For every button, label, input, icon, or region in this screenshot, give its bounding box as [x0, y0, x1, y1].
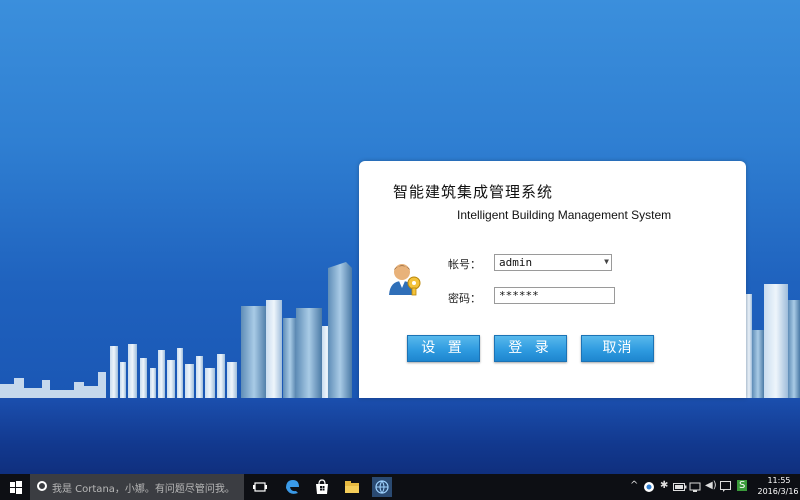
app-title: 智能建筑集成管理系统 [393, 183, 554, 201]
file-explorer-icon[interactable] [342, 477, 362, 497]
cancel-button[interactable]: 取消 [581, 335, 654, 362]
water-reflection [0, 398, 800, 474]
login-panel: 智能建筑集成管理系统 Intelligent Building Manageme… [359, 161, 746, 398]
password-field[interactable]: ****** [494, 287, 615, 304]
account-select[interactable]: admin ▼ [494, 254, 612, 271]
volume-icon[interactable]: ◀) [705, 480, 717, 491]
clock-date[interactable]: 2016/3/16 [756, 487, 800, 496]
account-label: 帐号： [448, 258, 481, 271]
password-label: 密码： [448, 292, 481, 305]
task-view-icon[interactable] [250, 477, 270, 497]
clock-time[interactable]: 11:55 [760, 476, 798, 485]
store-icon[interactable] [312, 477, 332, 497]
network-app-icon[interactable] [372, 477, 392, 497]
onedrive-icon[interactable] [643, 481, 655, 493]
cortana-icon [37, 481, 47, 491]
cortana-search-box[interactable]: 我是 Cortana，小娜。有问题尽管问我。 [30, 474, 244, 500]
network-icon[interactable] [689, 481, 701, 493]
search-placeholder: 我是 Cortana，小娜。有问题尽管问我。 [52, 484, 235, 495]
ime-icon[interactable]: S [737, 480, 748, 491]
edge-icon[interactable] [282, 477, 302, 497]
taskbar: 我是 Cortana，小娜。有问题尽管问我。 ^ ✱ ◀) S 11:55 20… [0, 474, 800, 500]
chevron-up-icon[interactable]: ^ [630, 480, 638, 491]
action-center-icon[interactable] [720, 481, 731, 492]
app-subtitle: Intelligent Building Management System [457, 208, 672, 222]
bluetooth-icon[interactable]: ✱ [660, 480, 668, 491]
login-button[interactable]: 登 录 [494, 335, 567, 362]
settings-button[interactable]: 设 置 [407, 335, 480, 362]
desktop-background: 智能建筑集成管理系统 Intelligent Building Manageme… [0, 0, 800, 474]
battery-icon[interactable] [673, 482, 687, 492]
windows-start-icon[interactable] [0, 474, 30, 500]
chevron-down-icon: ▼ [604, 257, 609, 266]
account-value: admin [499, 256, 533, 269]
user-key-icon [389, 264, 421, 296]
